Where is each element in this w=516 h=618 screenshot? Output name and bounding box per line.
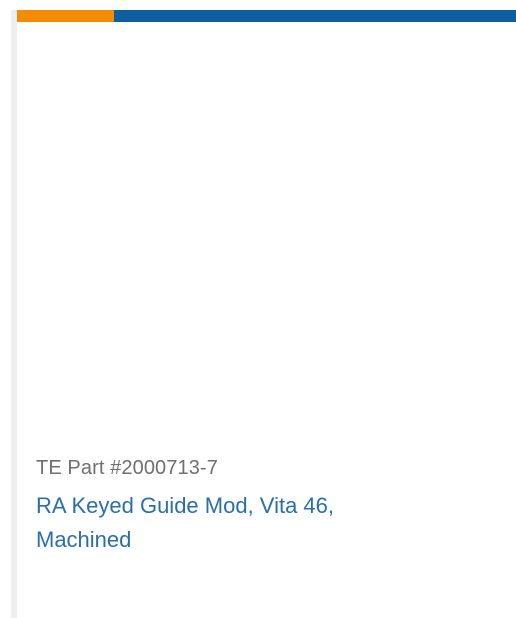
product-title-link[interactable]: RA Keyed Guide Mod, Vita 46, Machined [36, 489, 376, 557]
accent-bar [17, 10, 516, 22]
accent-bar-orange [17, 10, 114, 22]
accent-bar-blue [114, 10, 516, 22]
product-image-area[interactable] [17, 22, 516, 447]
product-card: TE Part #2000713-7 RA Keyed Guide Mod, V… [11, 10, 516, 618]
part-number: TE Part #2000713-7 [36, 457, 218, 479]
